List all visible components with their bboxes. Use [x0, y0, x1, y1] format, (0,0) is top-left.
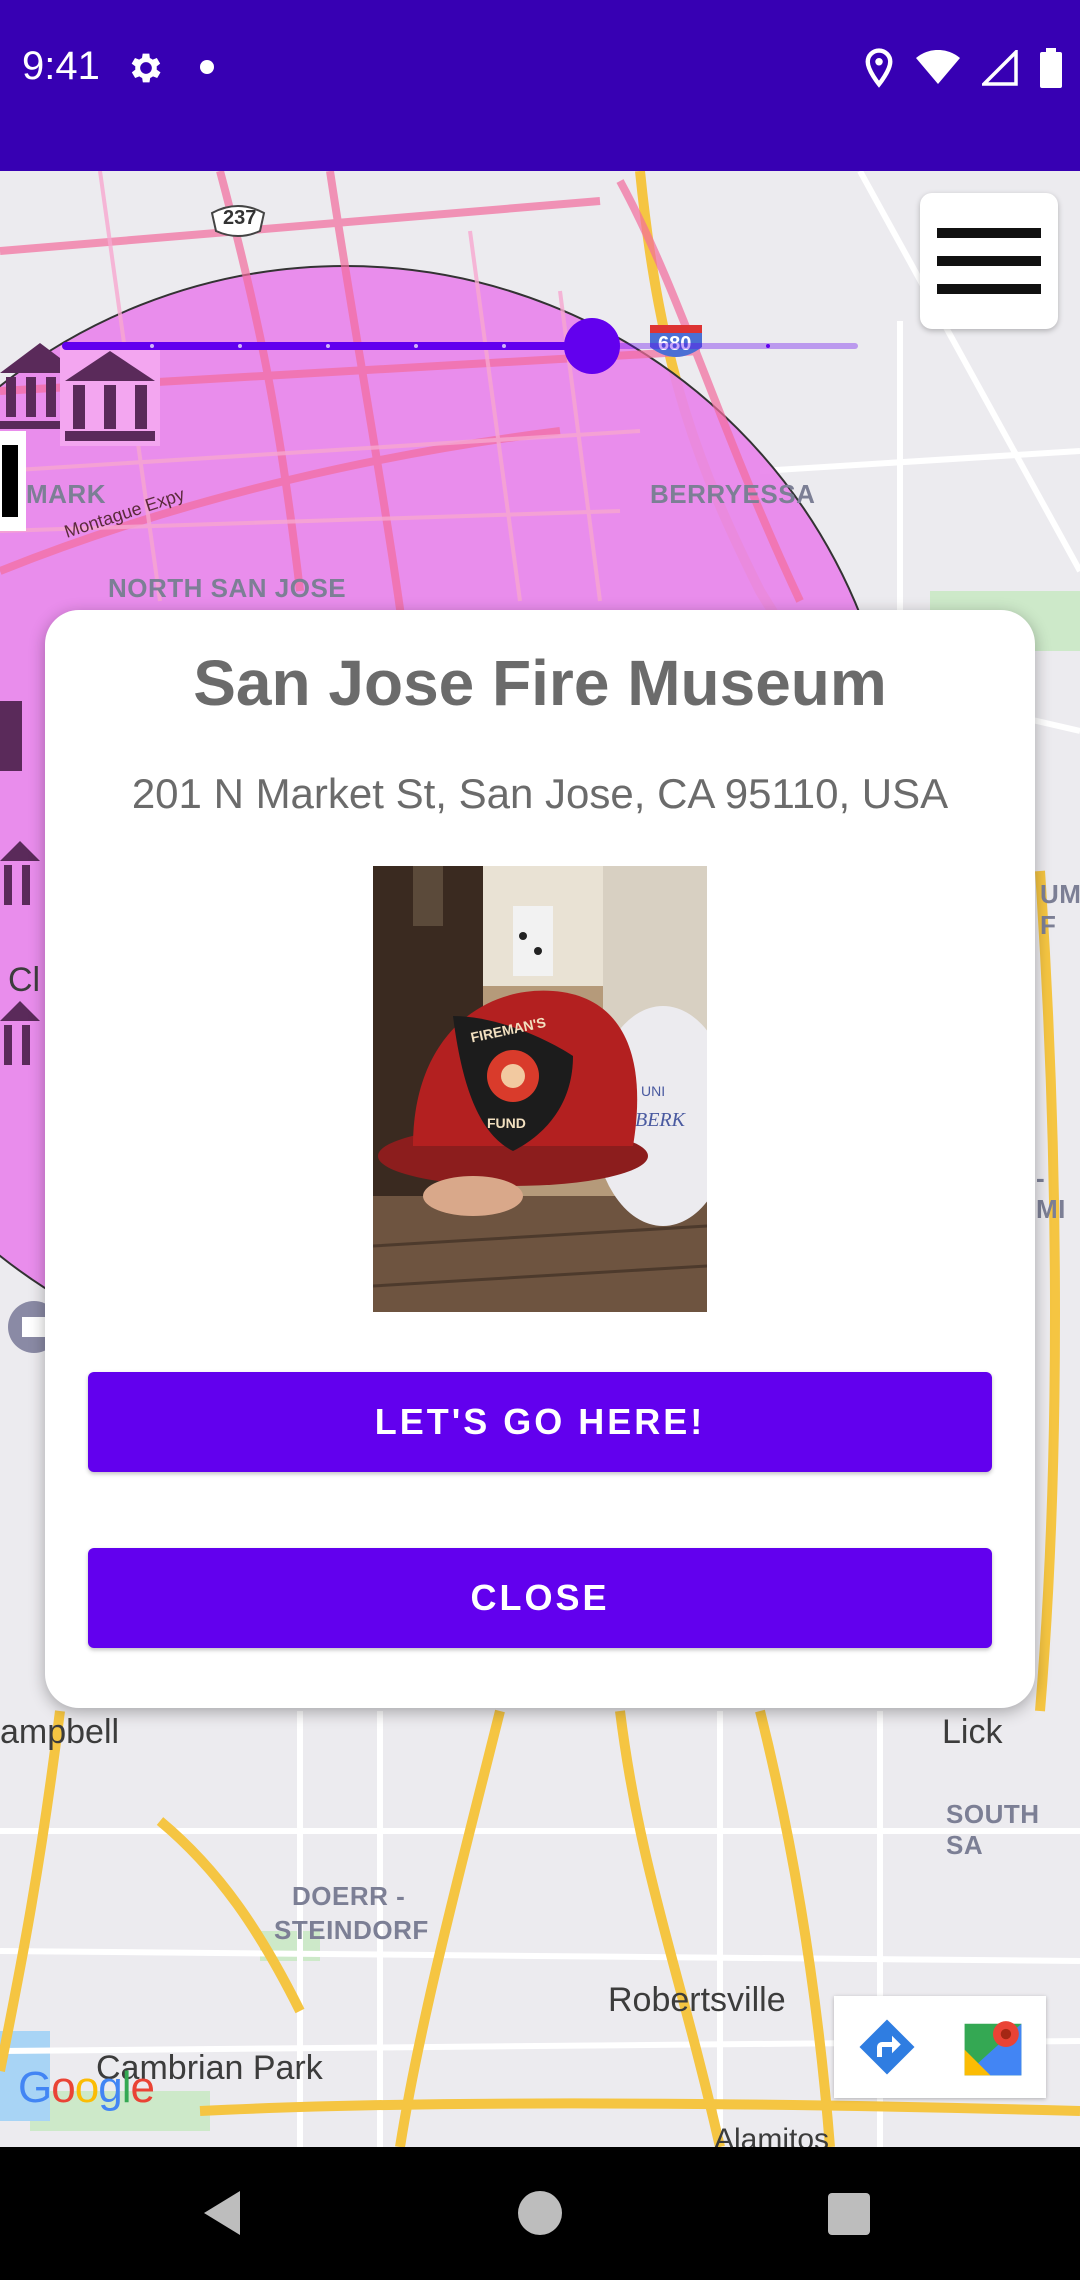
hamburger-icon-line [937, 228, 1041, 238]
google-maps-icon [964, 2021, 1022, 2076]
fire-helmet-photo: BERK UNI FIREMAN'S FUND [373, 866, 707, 1312]
notification-dot-icon [200, 60, 214, 74]
map-label-north-san-jose: NORTH SAN JOSE [108, 573, 347, 603]
recent-apps-icon[interactable] [828, 2193, 870, 2235]
slider-tick [238, 344, 242, 348]
map-label-um: UM F [1040, 879, 1080, 940]
map-label-cl: Cl [8, 961, 41, 999]
menu-button[interactable] [920, 193, 1058, 329]
map-label-mark: MARK [26, 479, 106, 509]
gear-icon [131, 53, 161, 83]
highway-237-label: 237 [223, 207, 257, 229]
map-label-campbell: ampbell [0, 1713, 120, 1751]
google-logo: Google [18, 2063, 155, 2112]
directions-icon [859, 2019, 915, 2075]
place-title: San Jose Fire Museum [193, 647, 887, 719]
status-bar: 9:41 [0, 0, 1080, 171]
map-label-alamitos: Alamitos [714, 2123, 830, 2147]
status-time: 9:41 [22, 44, 100, 88]
shirt-text: UNI [641, 1083, 665, 1099]
lets-go-button[interactable]: LET'S GO HERE! [88, 1372, 992, 1472]
slider-tick [414, 344, 418, 348]
slider-tick [150, 344, 154, 348]
open-in-maps-button[interactable] [940, 1996, 1046, 2098]
slider-tick [502, 344, 506, 348]
map-label-lick: Lick [942, 1713, 1003, 1751]
home-icon[interactable] [518, 2191, 562, 2235]
place-photo: BERK UNI FIREMAN'S FUND [373, 866, 707, 1312]
slider-tick [326, 344, 330, 348]
battery-icon [1040, 48, 1062, 88]
place-address: 201 N Market St, San Jose, CA 95110, USA [131, 770, 949, 817]
directions-button[interactable] [834, 1996, 940, 2098]
close-button[interactable]: CLOSE [88, 1548, 992, 1648]
status-icons [864, 46, 1062, 90]
system-navigation-bar [0, 2147, 1080, 2280]
slider-thumb[interactable] [564, 318, 620, 374]
map-label-berryessa: BERRYESSA [650, 479, 816, 509]
map-label-mi: - MI [1036, 1163, 1066, 1224]
helmet-text-bottom: FUND [487, 1115, 526, 1131]
map-toolbar [834, 1996, 1046, 2098]
slider-track-inactive [590, 343, 858, 349]
map-label-doerr: DOERR - [292, 1881, 406, 1911]
place-dialog: San Jose Fire Museum 201 N Market St, Sa… [45, 610, 1035, 1708]
location-icon [865, 48, 893, 88]
map-label-steindorf: STEINDORF [274, 1915, 429, 1945]
map-label-south-san: SOUTH SA [946, 1799, 1040, 1860]
slider-tick [766, 344, 770, 348]
radius-slider[interactable] [62, 318, 858, 374]
back-icon[interactable] [200, 2189, 244, 2237]
map-label-robertsville: Robertsville [608, 1981, 786, 2019]
wifi-icon [916, 50, 960, 84]
hamburger-icon-line [937, 256, 1041, 266]
shirt-text: BERK [635, 1109, 687, 1131]
hamburger-icon-line [937, 284, 1041, 294]
signal-icon [982, 50, 1018, 86]
